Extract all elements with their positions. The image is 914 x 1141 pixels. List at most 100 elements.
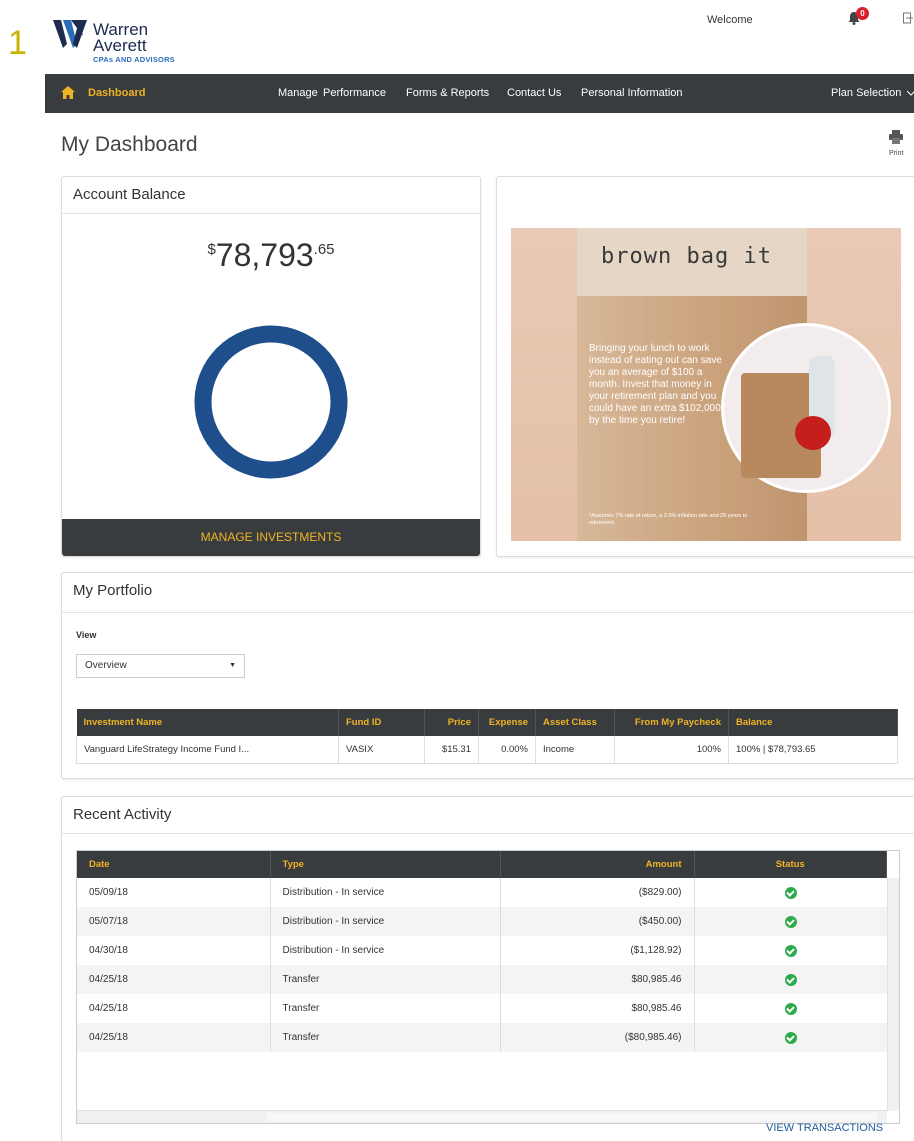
balance-cents: .65	[313, 241, 335, 258]
annotation-1: 1	[8, 24, 27, 62]
status-cell	[694, 1023, 887, 1052]
col-date[interactable]: Date	[77, 851, 271, 878]
balance-cell: 100% | $78,793.65	[728, 736, 898, 764]
welcome-text: Welcome	[707, 14, 753, 26]
table-row: 04/25/18 Transfer ($80,985.46)	[77, 1023, 887, 1052]
amount-cell: ($829.00)	[500, 878, 695, 907]
investment-name-link[interactable]: Vanguard LifeStrategy Income Fund I...	[76, 736, 339, 764]
amount-cell: $80,985.46	[500, 994, 695, 1023]
page-title: My Dashboard	[61, 133, 198, 156]
print-label: Print	[889, 150, 904, 157]
view-label: View	[76, 630, 97, 640]
notification-badge: 0	[856, 7, 869, 20]
check-icon	[784, 1031, 797, 1044]
logo[interactable]: Warren Averett CPAs AND ADVISORS	[53, 12, 193, 64]
view-select[interactable]: Overview ▼	[76, 654, 245, 678]
type-cell: Distribution - In service	[270, 936, 501, 965]
account-balance-amount: $78,793.65	[62, 237, 480, 274]
home-icon[interactable]	[61, 86, 75, 99]
print-button[interactable]: Print	[889, 130, 903, 157]
plan-selection-menu[interactable]: Plan Selection	[831, 74, 901, 113]
col-price[interactable]: Price	[424, 709, 479, 736]
nav-forms-reports[interactable]: Forms & Reports	[406, 74, 489, 113]
date-cell: 04/25/18	[77, 994, 271, 1023]
amount-cell: $80,985.46	[500, 965, 695, 994]
promo-footnote: *Assumes 7% rate of return, a 2.5% infla…	[589, 513, 748, 526]
col-asset-class[interactable]: Asset Class	[535, 709, 615, 736]
table-row: 05/07/18 Distribution - In service ($450…	[77, 907, 887, 936]
amount-cell: ($80,985.46)	[500, 1023, 695, 1052]
table-row: Vanguard LifeStrategy Income Fund I... V…	[76, 736, 898, 764]
nav-contact-us[interactable]: Contact Us	[507, 74, 561, 113]
balance-currency: $	[207, 241, 216, 258]
col-type[interactable]: Type	[270, 851, 501, 878]
amount-cell: ($1,128.92)	[500, 936, 695, 965]
account-balance-title: Account Balance	[73, 186, 186, 203]
nav-personal-information[interactable]: Personal Information	[581, 74, 683, 113]
balance-whole: 78,793	[215, 237, 314, 273]
promo-title: brown bag it	[601, 244, 772, 269]
date-cell: 04/30/18	[77, 936, 271, 965]
fund-id-cell: VASIX	[338, 736, 425, 764]
price-cell: $15.31	[424, 736, 479, 764]
table-row: 04/25/18 Transfer $80,985.46	[77, 994, 887, 1023]
printer-icon	[889, 130, 904, 144]
header: Warren Averett CPAs AND ADVISORS Welcome…	[45, 0, 914, 74]
status-cell	[694, 907, 887, 936]
portfolio-table: Investment Name Fund ID Price Expense As…	[76, 709, 898, 764]
horizontal-scroll-thumb[interactable]	[267, 1113, 877, 1121]
logo-w-icon	[53, 20, 87, 48]
col-amount[interactable]: Amount	[500, 851, 695, 878]
nav-performance[interactable]: Performance	[323, 74, 386, 113]
status-cell	[694, 878, 887, 907]
nav-dashboard[interactable]: Dashboard	[88, 74, 145, 113]
date-cell: 04/25/18	[77, 1023, 271, 1052]
date-cell: 05/07/18	[77, 907, 271, 936]
type-cell: Transfer	[270, 965, 501, 994]
view-transactions-link[interactable]: VIEW TRANSACTIONS	[766, 1122, 883, 1134]
logout-icon[interactable]	[903, 12, 913, 24]
view-select-value: Overview	[85, 660, 127, 671]
recent-activity-table-container[interactable]: Date Type Amount Status 05/09/18 Distrib…	[76, 850, 900, 1124]
col-fund-id[interactable]: Fund ID	[338, 709, 425, 736]
account-balance-card: Account Balance $78,793.65 MANAGE INVEST…	[61, 176, 481, 557]
recent-activity-table: Date Type Amount Status 05/09/18 Distrib…	[77, 851, 887, 1052]
table-row: 04/25/18 Transfer $80,985.46	[77, 965, 887, 994]
date-cell: 04/25/18	[77, 965, 271, 994]
portfolio-title: My Portfolio	[73, 582, 153, 599]
type-cell: Distribution - In service	[270, 907, 501, 936]
check-icon	[784, 886, 797, 899]
col-investment-name[interactable]: Investment Name	[76, 709, 339, 736]
type-cell: Transfer	[270, 1023, 501, 1052]
col-status[interactable]: Status	[694, 851, 887, 878]
recent-activity-card: Recent Activity Date Type Amount Status …	[61, 796, 914, 1141]
amount-cell: ($450.00)	[500, 907, 695, 936]
table-row: 04/30/18 Distribution - In service ($1,1…	[77, 936, 887, 965]
asset-class-cell: Income	[535, 736, 615, 764]
type-cell: Transfer	[270, 994, 501, 1023]
expense-cell: 0.00%	[478, 736, 536, 764]
check-icon	[784, 944, 797, 957]
status-cell	[694, 965, 887, 994]
col-expense[interactable]: Expense	[478, 709, 536, 736]
dropdown-arrow-icon: ▼	[229, 662, 236, 669]
card-divider	[62, 213, 480, 214]
vertical-scrollbar[interactable]	[887, 878, 899, 1111]
promo-banner[interactable]: brown bag it Bringing your lunch to work…	[511, 228, 901, 541]
col-from-my-paycheck[interactable]: From My Paycheck	[614, 709, 729, 736]
manage-investments-button[interactable]: MANAGE INVESTMENTS	[62, 519, 480, 556]
status-cell	[694, 936, 887, 965]
promo-text: Bringing your lunch to work instead of e…	[589, 343, 722, 426]
logo-tagline: CPAs AND ADVISORS	[93, 55, 175, 64]
recent-activity-title: Recent Activity	[73, 806, 172, 823]
logo-name-line2: Averett	[93, 36, 147, 55]
check-icon	[784, 915, 797, 928]
table-row: 05/09/18 Distribution - In service ($829…	[77, 878, 887, 907]
balance-donut-chart[interactable]	[193, 324, 349, 480]
nav-manage[interactable]: Manage	[278, 74, 318, 113]
type-cell: Distribution - In service	[270, 878, 501, 907]
col-balance[interactable]: Balance	[728, 709, 898, 736]
check-icon	[784, 973, 797, 986]
promo-card: brown bag it Bringing your lunch to work…	[496, 176, 914, 557]
main-navbar: Dashboard Manage Performance Forms & Rep…	[45, 74, 914, 113]
